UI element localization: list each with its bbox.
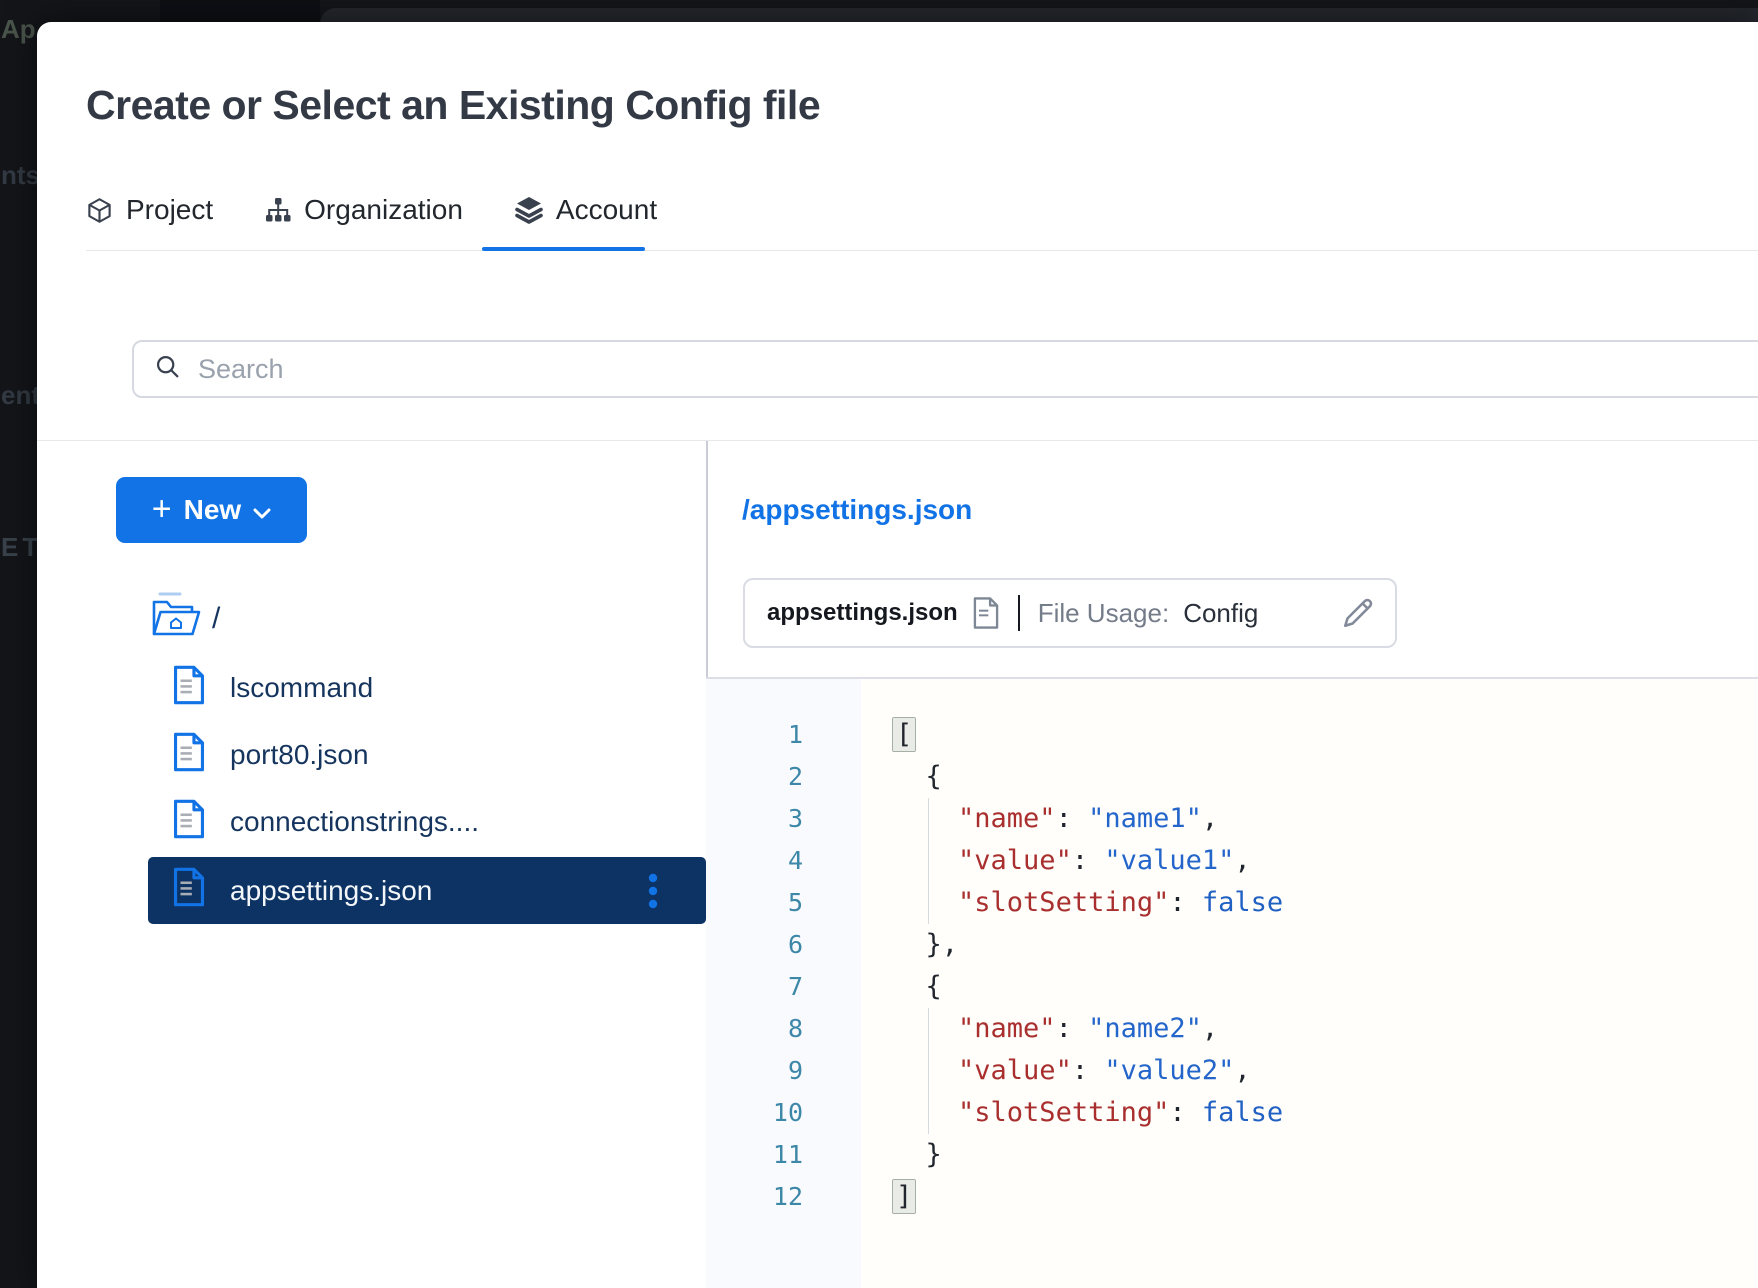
tree-file-label: appsettings.json — [230, 875, 432, 907]
tabs-divider — [86, 250, 1758, 251]
org-chart-icon — [265, 197, 291, 223]
search-icon — [154, 353, 182, 386]
clipped-text-fragment: ET — [1, 532, 37, 563]
file-doc-icon — [172, 799, 206, 846]
code-line: "value": "value1", — [893, 840, 1283, 882]
modal-title: Create or Select an Existing Config file — [86, 82, 820, 129]
chevron-down-icon — [253, 494, 271, 526]
code-line: ] — [893, 1176, 1283, 1218]
section-divider — [37, 440, 1758, 441]
line-number: 7 — [706, 966, 803, 1008]
tab-project-label: Project — [126, 194, 213, 226]
file-doc-icon — [172, 867, 206, 914]
tab-account[interactable]: Account — [515, 194, 657, 226]
backdrop-left-strip: Api nts ents ET — [0, 0, 37, 1288]
file-usage-chip: appsettings.json File Usage: Config — [743, 578, 1397, 648]
new-button[interactable]: + New — [116, 477, 307, 543]
config-file-modal: Create or Select an Existing Config file… — [37, 22, 1758, 1288]
code-line: { — [893, 756, 1283, 798]
open-folder-home-icon — [150, 592, 202, 646]
search-box — [132, 340, 1758, 398]
pencil-icon[interactable] — [1341, 596, 1375, 630]
plus-icon: + — [152, 492, 172, 526]
scope-tabs: Project Organization — [86, 184, 657, 236]
chip-file-name: appsettings.json — [767, 599, 958, 627]
code-line: [ — [893, 714, 1283, 756]
code-line: "slotSetting": false — [893, 1092, 1283, 1134]
clipped-text-fragment: nts — [1, 160, 37, 191]
document-icon — [972, 596, 1000, 630]
line-number: 5 — [706, 882, 803, 924]
tree-file-row[interactable]: port80.json — [172, 733, 369, 777]
file-path-title: /appsettings.json — [742, 494, 972, 526]
code-line: "name": "name1", — [893, 798, 1283, 840]
clipped-text-fragment: ents — [1, 380, 37, 411]
line-number: 3 — [706, 798, 803, 840]
line-number: 1 — [706, 714, 803, 756]
file-doc-icon — [172, 665, 206, 712]
file-usage-label: File Usage: — [1038, 598, 1170, 629]
file-doc-icon — [172, 732, 206, 779]
tree-root-folder[interactable]: / — [150, 596, 220, 642]
code-line: "value": "value2", — [893, 1050, 1283, 1092]
layers-icon — [515, 196, 543, 224]
tree-file-label: connectionstrings.... — [230, 806, 479, 838]
search-input[interactable] — [196, 353, 1400, 386]
code-line: { — [893, 966, 1283, 1008]
file-usage-value: Config — [1183, 598, 1258, 629]
tree-file-row[interactable]: connectionstrings.... — [172, 800, 479, 844]
new-button-label: New — [184, 494, 242, 526]
line-number: 6 — [706, 924, 803, 966]
code-editor[interactable]: 123456789101112 [ { "name": "name1", "va… — [706, 679, 1758, 1288]
code-line: "slotSetting": false — [893, 882, 1283, 924]
tab-organization-label: Organization — [304, 194, 463, 226]
cube-icon — [86, 197, 113, 224]
line-number: 11 — [706, 1134, 803, 1176]
tab-organization[interactable]: Organization — [265, 194, 463, 226]
code-line: } — [893, 1134, 1283, 1176]
code-line: }, — [893, 924, 1283, 966]
active-tab-indicator — [482, 247, 645, 251]
code-line: "name": "name2", — [893, 1008, 1283, 1050]
tree-file-row[interactable]: lscommand — [172, 666, 373, 710]
tree-file-row-selected[interactable]: appsettings.json — [148, 857, 706, 924]
line-number: 12 — [706, 1176, 803, 1218]
line-number: 2 — [706, 756, 803, 798]
chip-separator — [1018, 595, 1020, 631]
tab-account-label: Account — [556, 194, 657, 226]
line-number: 8 — [706, 1008, 803, 1050]
code-content: [ { "name": "name1", "value": "value1", … — [893, 714, 1283, 1218]
line-number: 4 — [706, 840, 803, 882]
tab-project[interactable]: Project — [86, 194, 213, 226]
tree-file-label: lscommand — [230, 672, 373, 704]
line-number: 10 — [706, 1092, 803, 1134]
tree-file-label: port80.json — [230, 739, 369, 771]
tree-root-label: / — [212, 602, 220, 636]
editor-gutter: 123456789101112 — [706, 679, 861, 1288]
kebab-menu-icon[interactable] — [646, 871, 660, 911]
clipped-text-fragment: Api — [1, 14, 37, 45]
line-number: 9 — [706, 1050, 803, 1092]
screen: Api nts ents ET Create or Select an Exis… — [0, 0, 1758, 1288]
